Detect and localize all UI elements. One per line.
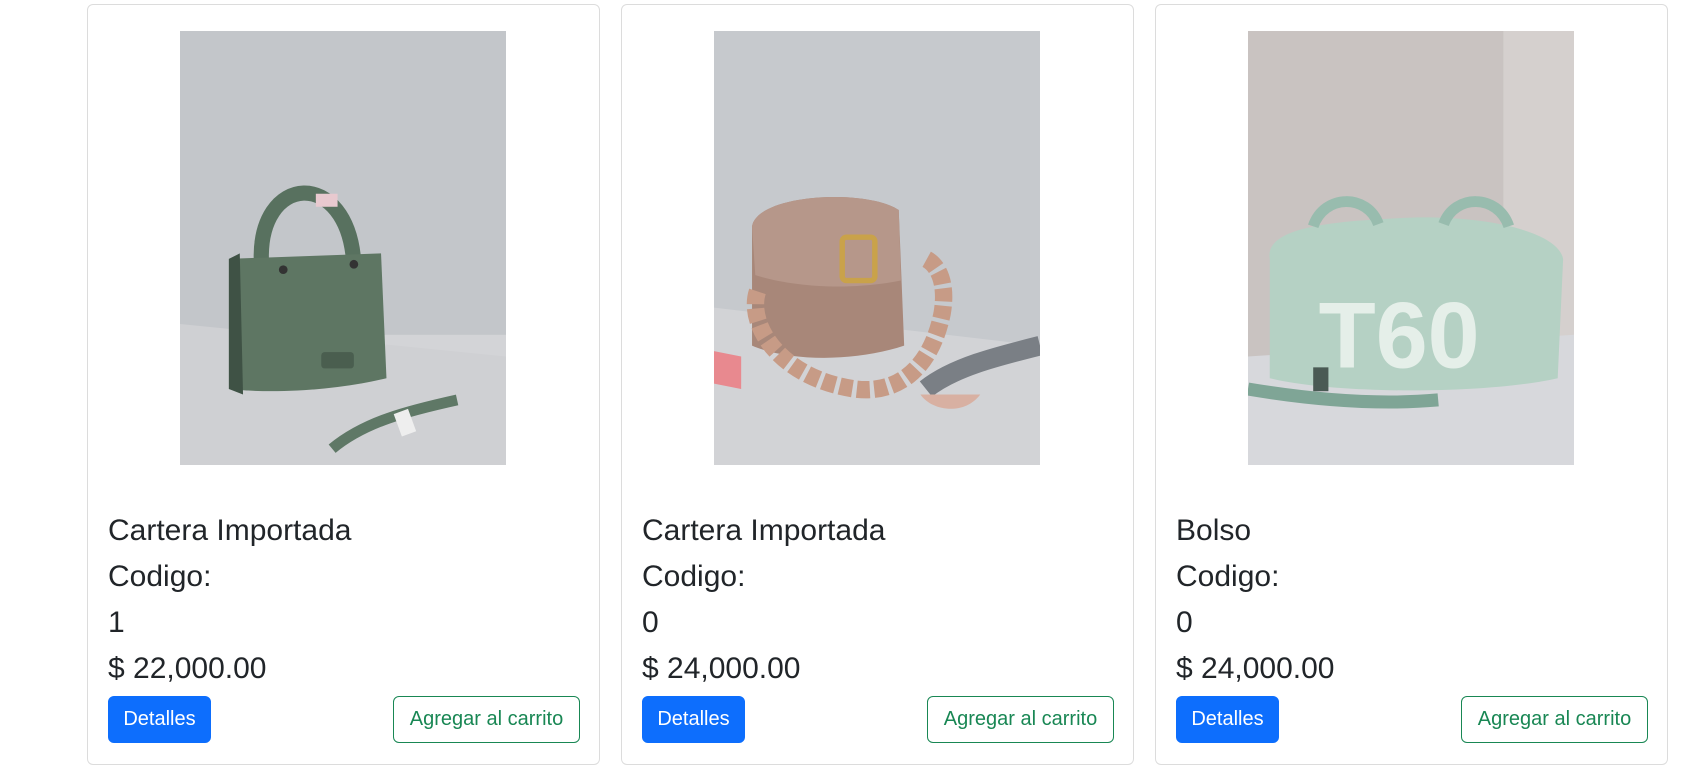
product-image-pink-crossbody-bag[interactable] <box>714 31 1040 465</box>
product-name: Cartera Importada <box>642 514 886 547</box>
code-value: 0 <box>642 606 659 639</box>
product-price: $ 24,000.00 <box>642 652 801 685</box>
details-button[interactable]: Detalles <box>1176 696 1279 743</box>
add-to-cart-button[interactable]: Agregar al carrito <box>1461 696 1648 743</box>
product-image-mint-duffel-bag[interactable]: T60 <box>1248 31 1574 465</box>
product-image-green-handbag[interactable] <box>180 31 506 465</box>
code-value: 0 <box>1176 606 1193 639</box>
code-value: 1 <box>108 606 125 639</box>
product-price: $ 24,000.00 <box>1176 652 1335 685</box>
product-card: Cartera Importada Codigo: 1 $ 22,000.00 … <box>87 4 600 765</box>
product-name: Bolso <box>1176 514 1252 547</box>
details-button[interactable]: Detalles <box>108 696 211 743</box>
code-label: Codigo: <box>108 560 212 593</box>
code-label: Codigo: <box>642 560 746 593</box>
product-card: Cartera Importada Codigo: 0 $ 24,000.00 … <box>621 4 1134 765</box>
image-text: T60 <box>1319 282 1480 387</box>
code-label: Codigo: <box>1176 560 1280 593</box>
product-grid: Cartera Importada Codigo: 1 $ 22,000.00 … <box>87 4 1668 765</box>
add-to-cart-button[interactable]: Agregar al carrito <box>927 696 1114 743</box>
add-to-cart-button[interactable]: Agregar al carrito <box>393 696 580 743</box>
product-name: Cartera Importada <box>108 514 352 547</box>
details-button[interactable]: Detalles <box>642 696 745 743</box>
product-price: $ 22,000.00 <box>108 652 267 685</box>
product-card: T60 Bolso Codigo: 0 $ 24,000.00 Detalles… <box>1155 4 1668 765</box>
